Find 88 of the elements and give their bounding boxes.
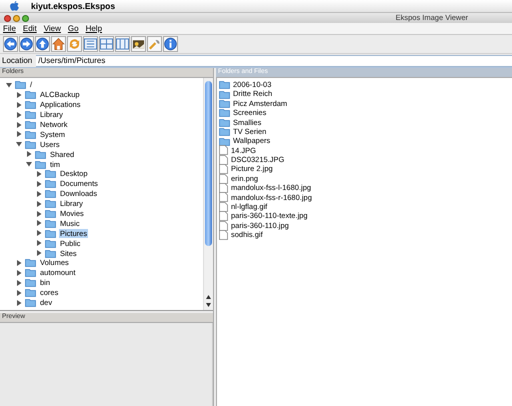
folder-icon: [25, 140, 36, 149]
expand-arrow-icon[interactable]: [36, 170, 42, 177]
slideshow-tool-button[interactable]: [131, 36, 146, 52]
forward-tool-button[interactable]: [19, 36, 34, 52]
folder-icon: [25, 90, 36, 100]
folder-icon: [219, 90, 230, 99]
folder-icon: [45, 199, 56, 208]
expand-arrow-icon[interactable]: [16, 112, 22, 118]
expand-arrow-icon[interactable]: [16, 270, 22, 276]
document-icon: [219, 164, 228, 174]
document-icon: [219, 174, 228, 184]
document-icon: [219, 211, 228, 222]
info-tool-button[interactable]: [163, 36, 178, 52]
scroll-up-icon[interactable]: [206, 295, 211, 299]
folder-icon: [25, 268, 36, 278]
minimize-button[interactable]: [13, 14, 20, 22]
expand-arrow-icon[interactable]: [16, 122, 22, 128]
expand-arrow-icon[interactable]: [36, 180, 42, 187]
list-tool-button[interactable]: [83, 36, 98, 52]
folder-icon: [25, 278, 36, 288]
folder-icon: [219, 80, 230, 90]
expand-arrow-icon[interactable]: [36, 190, 42, 197]
folder-icon: [219, 127, 230, 136]
collapse-arrow-icon[interactable]: [16, 141, 22, 148]
folder-icon: [45, 179, 56, 188]
home-tool-button[interactable]: [51, 36, 66, 52]
expand-arrow-icon[interactable]: [36, 250, 42, 256]
document-icon: [219, 220, 228, 231]
document-icon: [219, 183, 228, 193]
menu-item[interactable]: Edit: [22, 24, 37, 32]
folder-icon: [45, 209, 56, 218]
back-tool-button[interactable]: [3, 36, 18, 52]
expand-arrow-icon[interactable]: [36, 230, 42, 236]
expand-arrow-icon[interactable]: [16, 131, 22, 138]
expand-arrow-icon[interactable]: [36, 220, 42, 226]
location-field[interactable]: /Users/tim/Pictures: [36, 54, 512, 66]
folder-icon: [45, 218, 56, 228]
document-icon: [219, 202, 228, 212]
expand-arrow-icon[interactable]: [16, 300, 22, 306]
up-tool-button[interactable]: [35, 36, 50, 52]
expand-arrow-icon[interactable]: [36, 240, 42, 246]
scrollbar-thumb[interactable]: [205, 81, 212, 246]
folder-icon: [25, 258, 36, 268]
folder-icon: [45, 238, 56, 248]
folder-icon: [25, 100, 36, 110]
folder-icon: [35, 160, 46, 169]
document-icon: [219, 154, 228, 165]
app-name[interactable]: kiyut.ekspos.Ekspos: [31, 2, 116, 10]
expand-arrow-icon[interactable]: [16, 260, 22, 266]
folder-icon: [219, 136, 230, 146]
menu-item[interactable]: Go: [68, 24, 79, 32]
folder-icon: [219, 118, 230, 127]
expand-arrow-icon[interactable]: [16, 290, 22, 296]
expand-arrow-icon[interactable]: [16, 92, 22, 98]
details-tool-button[interactable]: [115, 36, 130, 52]
folder-icon: [45, 189, 56, 198]
scroll-down-icon[interactable]: [206, 303, 211, 307]
expand-arrow-icon[interactable]: [36, 210, 42, 217]
thumbs-tool-button[interactable]: [99, 36, 114, 52]
zoom-button[interactable]: [22, 14, 29, 22]
expand-arrow-icon[interactable]: [36, 200, 42, 207]
folder-icon: [25, 120, 36, 129]
apple-logo-icon[interactable]: [10, 1, 19, 11]
folder-icon: [219, 108, 230, 118]
folder-icon: [45, 248, 56, 258]
document-icon: [219, 230, 228, 240]
folder-icon: [15, 80, 26, 90]
document-icon: [219, 145, 228, 156]
folder-icon: [25, 110, 36, 120]
menu-item[interactable]: Help: [86, 24, 102, 32]
expand-arrow-icon[interactable]: [26, 151, 32, 158]
menu-item[interactable]: View: [44, 24, 61, 32]
folder-icon: [219, 98, 230, 108]
document-icon: [219, 192, 228, 202]
close-button[interactable]: [4, 14, 11, 22]
expand-arrow-icon[interactable]: [16, 102, 22, 108]
scrollbar[interactable]: [203, 78, 213, 310]
menu-item[interactable]: File: [3, 24, 16, 32]
collapse-arrow-icon[interactable]: [6, 82, 12, 88]
folder-icon: [45, 228, 56, 238]
folder-icon: [25, 130, 36, 139]
collapse-arrow-icon[interactable]: [26, 161, 32, 168]
folder-icon: [25, 288, 36, 298]
expand-arrow-icon[interactable]: [16, 280, 22, 286]
location-label: Location: [2, 56, 32, 64]
folder-icon: [25, 298, 36, 308]
folder-icon: [45, 169, 56, 178]
folder-icon: [35, 150, 46, 159]
